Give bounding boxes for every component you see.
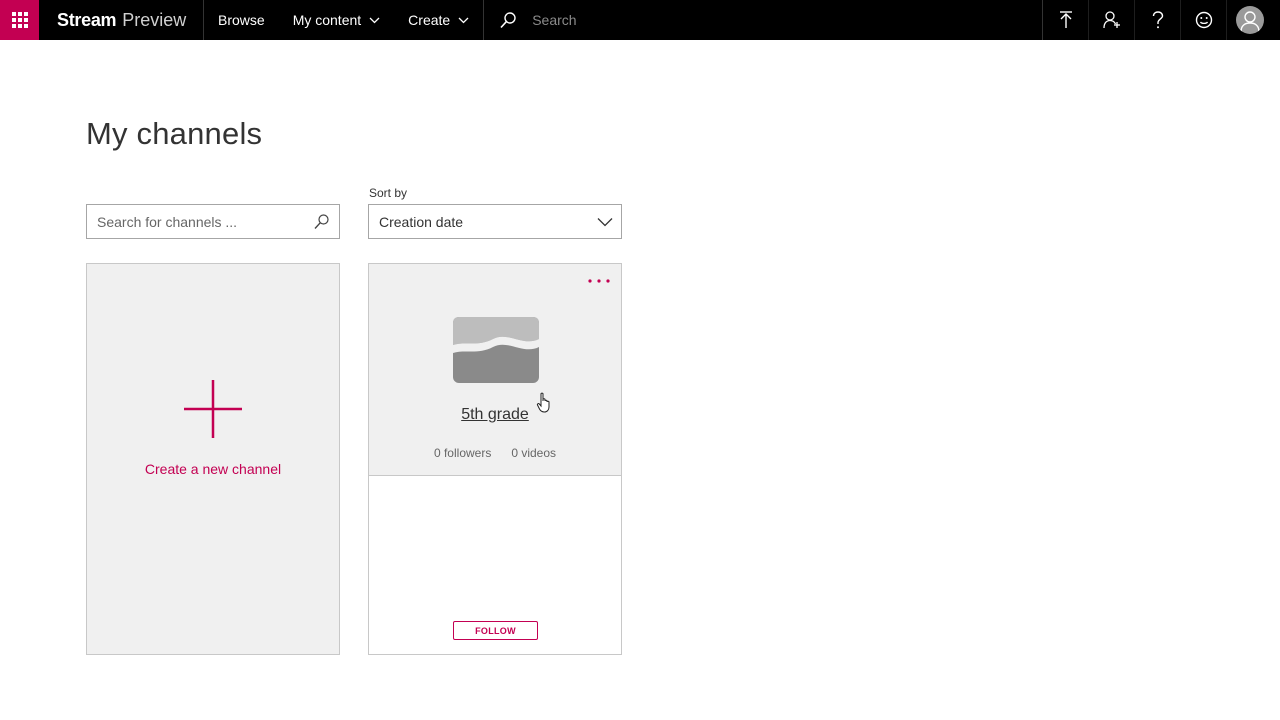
- global-search[interactable]: Search: [484, 0, 1044, 40]
- chevron-down-icon: [369, 17, 380, 23]
- person-add-icon: [1103, 11, 1120, 29]
- nav-browse-label: Browse: [218, 12, 265, 28]
- channel-name-link[interactable]: 5th grade: [369, 406, 621, 424]
- help-button[interactable]: [1135, 0, 1182, 40]
- channel-search-input[interactable]: [97, 213, 314, 230]
- follow-button[interactable]: FOLLOW: [453, 621, 538, 640]
- waffle-icon: [11, 12, 28, 28]
- account-menu[interactable]: [1227, 0, 1273, 40]
- brand-logo[interactable]: Stream Preview: [39, 0, 204, 40]
- channel-thumbnail-icon[interactable]: [453, 317, 539, 383]
- avatar: [1236, 6, 1265, 34]
- create-channel-card[interactable]: Create a new channel: [86, 263, 340, 655]
- chevron-down-icon: [458, 17, 469, 23]
- chevron-down-icon: [597, 217, 613, 226]
- channel-card-header[interactable]: 5th grade 0 followers 0 videos: [369, 264, 621, 476]
- brand-suffix: Preview: [122, 9, 187, 30]
- nav-my-content-label: My content: [292, 12, 362, 28]
- more-options-icon[interactable]: [587, 278, 611, 284]
- nav-create[interactable]: Create: [394, 0, 485, 40]
- top-bar: Stream Preview Browse My content Create …: [0, 0, 1280, 40]
- sort-label: Sort by: [369, 186, 408, 200]
- feedback-smiley-icon: [1195, 11, 1212, 29]
- app-launcher-button[interactable]: [0, 0, 39, 40]
- brand-name: Stream: [57, 9, 117, 30]
- channel-stats: 0 followers 0 videos: [369, 446, 621, 460]
- hand-cursor-icon: [536, 392, 550, 413]
- upload-icon: [1059, 11, 1072, 28]
- nav-browse[interactable]: Browse: [204, 0, 279, 40]
- search-icon: [500, 11, 516, 28]
- create-channel-label[interactable]: Create a new channel: [87, 461, 339, 477]
- plus-icon: [184, 380, 242, 438]
- help-icon: [1152, 11, 1163, 29]
- search-icon[interactable]: [314, 213, 329, 230]
- page-title: My channels: [86, 116, 263, 151]
- upload-button[interactable]: [1043, 0, 1090, 40]
- channel-search[interactable]: [86, 204, 340, 239]
- nav-my-content[interactable]: My content: [279, 0, 394, 40]
- avatar-icon: [1240, 11, 1260, 33]
- invite-button[interactable]: [1089, 0, 1136, 40]
- followers-count: 0 followers: [433, 446, 492, 460]
- global-search-placeholder: Search: [532, 12, 577, 28]
- videos-count: 0 videos: [511, 446, 557, 460]
- feedback-button[interactable]: [1181, 0, 1228, 40]
- nav-create-label: Create: [408, 12, 451, 28]
- sort-dropdown[interactable]: Creation date: [368, 204, 622, 239]
- sort-value: Creation date: [379, 213, 464, 230]
- channel-card[interactable]: 5th grade 0 followers 0 videos FOLLOW: [368, 263, 622, 655]
